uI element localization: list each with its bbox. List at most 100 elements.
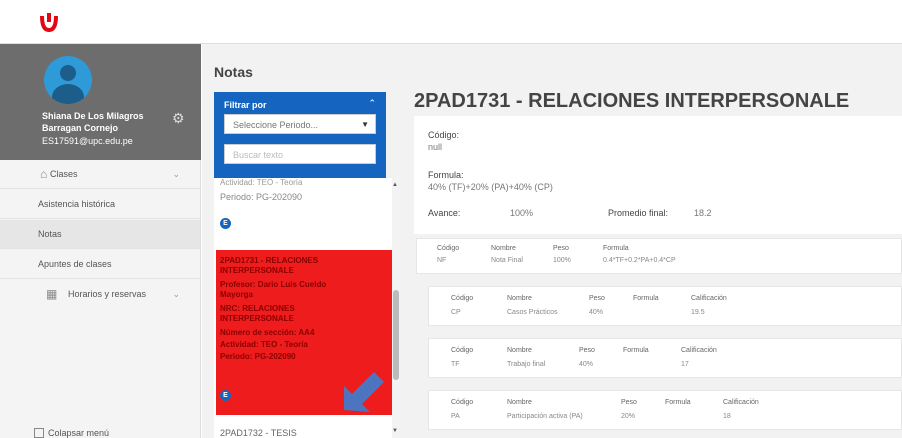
card-title: INTERPERSONALE [220, 266, 294, 275]
cell-calificacion: 18 [723, 413, 731, 420]
header-peso: Peso [589, 295, 605, 302]
sidebar-item-label: Apuntes de clases [38, 259, 112, 269]
card-section: Número de sección: AA4 [220, 328, 315, 337]
card-professor: Mayorga [220, 290, 253, 299]
card-activity: Actividad: TEO - Teoría [220, 340, 308, 349]
filter-title: Filtrar por [224, 100, 267, 110]
grade-row: Código Nombre Peso Formula Calificación … [428, 390, 902, 430]
card-nrc: NRC: RELACIONES [220, 304, 295, 313]
cell-codigo: PA [451, 413, 460, 420]
cell-nombre: Trabajo final [507, 361, 546, 368]
grade-row: Código Nombre Peso Formula Calificación … [428, 338, 902, 378]
sidebar-item-horarios[interactable]: ▦ Horarios y reservas ⌄ [0, 280, 200, 309]
header-formula: Formula [603, 245, 629, 252]
card-professor: Profesor: Dario Luis Cueldo [220, 280, 327, 289]
cell-peso: 40% [579, 361, 594, 368]
header-calificacion: Calificación [681, 347, 717, 354]
main-area: Notas Filtrar por ⌃ Seleccione Periodo..… [202, 44, 902, 438]
dropdown-arrow-icon: ▼ [361, 120, 369, 129]
card-nrc: INTERPERSONALE [220, 314, 294, 323]
promedio-value: 18.2 [694, 208, 712, 218]
arrow-annotation-icon [344, 372, 384, 412]
course-info-panel: Código: null Formula: 40% (TF)+20% (PA)+… [414, 116, 902, 234]
scroll-up-icon[interactable]: ▲ [392, 182, 398, 188]
chevron-up-icon[interactable]: ⌃ [368, 98, 376, 109]
card-period: Periodo: PG-202090 [220, 192, 303, 202]
e-badge-icon: E [220, 390, 231, 401]
sidebar-item-label: Clases [50, 169, 78, 179]
profile-name: Shiana De Los Milagros Barragan Cornejo [42, 111, 144, 133]
cell-codigo: CP [451, 309, 461, 316]
sidebar-item-label: Horarios y reservas [68, 289, 147, 299]
gear-icon[interactable]: ⚙ [172, 110, 185, 127]
cell-nombre: Casos Prácticos [507, 309, 558, 316]
cell-codigo: TF [451, 361, 460, 368]
code-value: null [428, 142, 443, 152]
search-input[interactable]: Buscar texto [224, 144, 376, 164]
page-title: Notas [214, 64, 253, 80]
cell-calificacion: 17 [681, 361, 689, 368]
course-card[interactable]: 2PAD1732 - TESIS [220, 428, 297, 438]
grade-row: Código Nombre Peso Formula Calificación … [428, 286, 902, 326]
header-codigo: Código [437, 245, 460, 252]
header-formula: Formula [665, 399, 691, 406]
header-nombre: Nombre [507, 347, 532, 354]
cell-codigo: NF [437, 257, 447, 264]
header-calificacion: Calificación [691, 295, 727, 302]
code-label: Código: [428, 130, 460, 140]
formula-value: 40% (TF)+20% (PA)+40% (CP) [428, 182, 553, 192]
cell-peso: 20% [621, 413, 636, 420]
chevron-down-icon: ⌄ [172, 169, 180, 179]
checkbox[interactable] [34, 428, 44, 438]
period-select[interactable]: Seleccione Periodo... ▼ [224, 114, 376, 134]
cell-formula: 0.4*TF+0.2*PA+0.4*CP [603, 257, 676, 264]
header-codigo: Código [451, 295, 474, 302]
building-icon: ⌂ [40, 167, 48, 181]
header-codigo: Código [451, 399, 474, 406]
sidebar: Shiana De Los Milagros Barragan Cornejo E… [0, 44, 201, 438]
cell-nombre: Participación activa (PA) [507, 413, 583, 420]
chevron-down-icon: ⌄ [172, 289, 180, 299]
sidebar-item-label: Notas [38, 229, 62, 239]
header-peso: Peso [579, 347, 595, 354]
profile-email: ES17591@upc.edu.pe [42, 136, 133, 146]
scroll-down-icon[interactable]: ▼ [392, 428, 398, 434]
course-title: 2PAD1731 - RELACIONES INTERPERSONALE [414, 90, 850, 112]
profile-panel: Shiana De Los Milagros Barragan Cornejo E… [0, 44, 201, 160]
sidebar-item-notas[interactable]: Notas [0, 220, 200, 249]
period-select-value: Seleccione Periodo... [233, 120, 319, 130]
avance-label: Avance: [428, 208, 461, 218]
calendar-icon: ▦ [46, 287, 58, 301]
header-nombre: Nombre [507, 399, 532, 406]
header-peso: Peso [553, 245, 569, 252]
upc-logo-icon[interactable] [36, 10, 62, 36]
top-bar [0, 0, 902, 44]
avatar[interactable] [44, 56, 92, 104]
header-codigo: Código [451, 347, 474, 354]
header-calificacion: Calificación [723, 399, 759, 406]
card-period: Periodo: PG-202090 [220, 352, 296, 361]
header-peso: Peso [621, 399, 637, 406]
scrollbar-thumb[interactable] [393, 290, 399, 380]
cell-nombre: Nota Final [491, 257, 523, 264]
avance-value: 100% [510, 208, 534, 218]
cell-calificacion: 19.5 [691, 309, 705, 316]
collapse-menu-toggle[interactable]: Colapsar menú [34, 428, 110, 438]
sidebar-item-label: Asistencia histórica [38, 199, 116, 209]
collapse-menu-label: Colapsar menú [48, 428, 110, 438]
sidebar-item-apuntes[interactable]: Apuntes de clases [0, 250, 200, 279]
filter-panel: Filtrar por ⌃ Seleccione Periodo... ▼ Bu… [214, 92, 386, 178]
promedio-label: Promedio final: [608, 208, 669, 218]
card-title: 2PAD1731 - RELACIONES [220, 256, 319, 265]
formula-label: Formula: [428, 170, 464, 180]
header-nombre: Nombre [507, 295, 532, 302]
e-badge-icon: E [220, 218, 231, 229]
card-activity: Actividad: TEO - Teoría [220, 178, 303, 187]
cell-peso: 40% [589, 309, 604, 316]
sidebar-item-asistencia[interactable]: Asistencia histórica [0, 190, 200, 219]
cell-peso: 100% [553, 257, 571, 264]
header-formula: Formula [623, 347, 649, 354]
final-grade-row: Código Nombre Peso Formula NF Nota Final… [416, 238, 902, 274]
sidebar-item-clases[interactable]: ⌂ Clases ⌄ [0, 160, 200, 189]
header-formula: Formula [633, 295, 659, 302]
